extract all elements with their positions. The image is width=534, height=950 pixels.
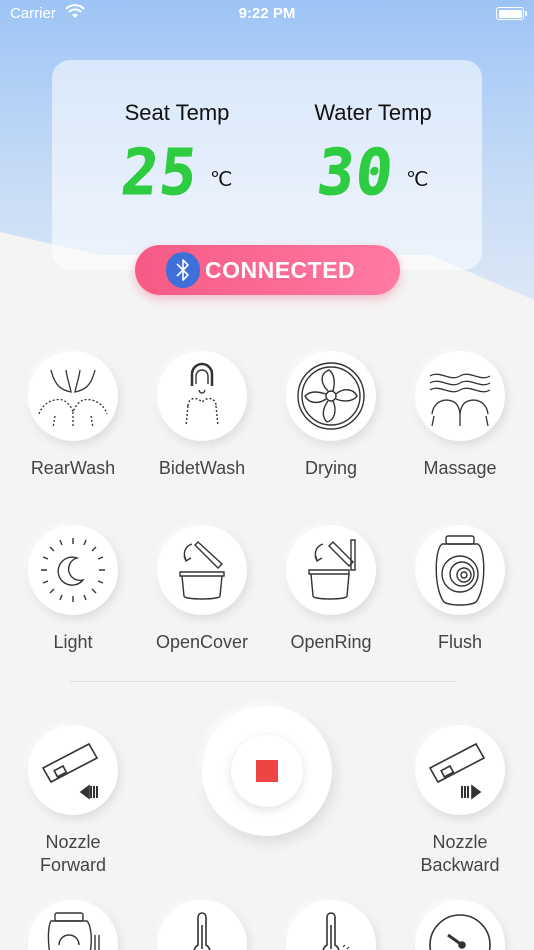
battery-icon: [496, 7, 527, 20]
light-label: Light: [53, 632, 93, 652]
seat-temp-panel[interactable]: Seat Temp 25 ℃: [102, 100, 252, 210]
drying-label: Drying: [304, 458, 357, 478]
massage-label: Massage: [423, 458, 497, 478]
rear-wash-label: RearWash: [30, 458, 116, 478]
open-ring-icon: [286, 525, 376, 615]
connection-status-button[interactable]: CONNECTED: [135, 245, 400, 295]
fan-icon: [286, 351, 376, 441]
bluetooth-icon: [166, 252, 200, 288]
flush-icon: [415, 525, 505, 615]
divider: [70, 681, 456, 682]
bidet-wash-label: BidetWash: [158, 458, 246, 478]
open-ring-label: OpenRing: [290, 632, 372, 652]
seat-temp-unit: ℃: [210, 169, 233, 191]
seat-temp-value: 25: [118, 136, 203, 211]
nozzle-backward-icon: [415, 725, 505, 815]
rear-wash-icon: [28, 351, 118, 441]
seat-icon: [28, 900, 118, 950]
open-cover-label: OpenCover: [155, 632, 249, 652]
connection-label: CONNECTED: [205, 257, 356, 283]
seat-temp-label: Seat Temp: [124, 100, 230, 125]
thermometer-icon: [157, 900, 247, 950]
water-thermometer-icon: [286, 900, 376, 950]
water-temp-unit: ℃: [406, 169, 429, 191]
night-light-icon: [28, 525, 118, 615]
nozzle-forward-label: Nozzle Forward: [39, 832, 106, 875]
temperature-card: Seat Temp 25 ℃ Water Temp 30 ℃: [52, 60, 482, 270]
gauge-icon: [415, 900, 505, 950]
massage-icon: [415, 351, 505, 441]
water-temp-label: Water Temp: [314, 100, 432, 125]
nozzle-backward-label: Nozzle Backward: [420, 832, 500, 875]
open-cover-icon: [157, 525, 247, 615]
clock: 9:22 PM: [238, 5, 296, 22]
bidet-wash-icon: [157, 351, 247, 441]
stop-icon: [256, 760, 278, 782]
nozzle-forward-icon: [28, 725, 118, 815]
flush-label: Flush: [437, 632, 482, 652]
water-temp-value: 30: [314, 136, 399, 211]
status-bar: Carrier 9:22 PM: [0, 0, 534, 30]
water-temp-panel[interactable]: Water Temp 30 ℃: [298, 100, 448, 210]
stop-button[interactable]: [202, 706, 332, 836]
